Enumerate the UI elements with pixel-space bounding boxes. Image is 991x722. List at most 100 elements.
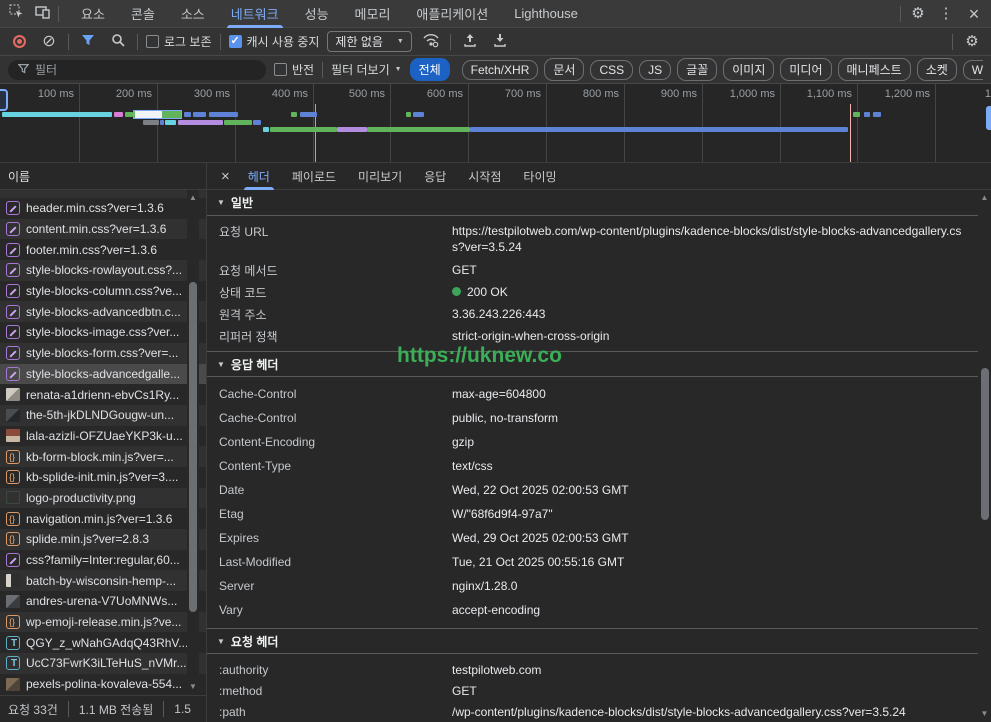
- waterfall-bar[interactable]: [125, 112, 133, 117]
- chip-font[interactable]: 글꼴: [677, 58, 717, 81]
- request-row[interactable]: style-blocks-form.css?ver=...: [0, 343, 206, 364]
- chip-wasm[interactable]: Wasm: [963, 60, 983, 80]
- chip-media[interactable]: 미디어: [780, 58, 831, 81]
- scroll-up-icon[interactable]: ▲: [187, 192, 199, 204]
- request-row[interactable]: content.min.css?ver=1.3.6: [0, 219, 206, 240]
- waterfall-bar[interactable]: [406, 112, 411, 117]
- chip-img[interactable]: 이미지: [723, 58, 774, 81]
- request-row[interactable]: navigation.min.js?ver=1.3.6: [0, 508, 206, 529]
- waterfall-bar[interactable]: [270, 127, 337, 132]
- scroll-down-icon[interactable]: ▼: [978, 708, 991, 720]
- disable-cache-checkbox[interactable]: 캐시 사용 중지: [229, 33, 320, 50]
- chip-js[interactable]: JS: [639, 60, 671, 80]
- scroll-up-icon[interactable]: ▲: [978, 192, 991, 204]
- request-row[interactable]: splide.min.js?ver=2.8.3: [0, 529, 206, 550]
- inspect-element-button[interactable]: [6, 3, 28, 25]
- request-row[interactable]: andres-urena-V7UoMNWs...: [0, 591, 206, 612]
- waterfall-bar[interactable]: [337, 127, 367, 132]
- waterfall-bar[interactable]: [367, 127, 470, 132]
- waterfall-bar[interactable]: [864, 112, 870, 117]
- chip-css[interactable]: CSS: [590, 60, 633, 80]
- tab-payload[interactable]: 페이로드: [282, 163, 346, 190]
- waterfall-bar[interactable]: [470, 127, 848, 132]
- detail-scrollbar-thumb[interactable]: [981, 368, 989, 520]
- clear-network-log-button[interactable]: ⊘: [38, 31, 60, 53]
- export-har-button[interactable]: [489, 31, 511, 53]
- sidebar-scrollbar[interactable]: ▲ ▼: [187, 190, 199, 695]
- network-conditions-button[interactable]: [420, 31, 442, 53]
- record-network-log-button[interactable]: [8, 31, 30, 53]
- waterfall-bar[interactable]: [224, 120, 252, 125]
- scroll-down-icon[interactable]: ▼: [187, 681, 199, 693]
- waterfall-bar[interactable]: [263, 127, 269, 132]
- request-row[interactable]: wp-emoji-release.min.js?ve...: [0, 612, 206, 633]
- tab-memory[interactable]: 메모리: [343, 0, 403, 28]
- waterfall-bar[interactable]: [178, 120, 223, 125]
- request-row[interactable]: header.min.css?ver=1.3.6: [0, 198, 206, 219]
- request-row[interactable]: footer.min.css?ver=1.3.6: [0, 239, 206, 260]
- filter-input[interactable]: 필터: [8, 60, 266, 80]
- tab-headers[interactable]: 헤더: [238, 163, 280, 190]
- request-row[interactable]: batch-by-wisconsin-hemp-...: [0, 570, 206, 591]
- more-options-button[interactable]: ⋮: [935, 3, 957, 25]
- waterfall-bar[interactable]: [873, 112, 881, 117]
- chip-socket[interactable]: 소켓: [917, 58, 957, 81]
- preserve-log-checkbox[interactable]: 로그 보존: [146, 33, 212, 50]
- waterfall-bar[interactable]: [160, 120, 164, 125]
- chip-doc[interactable]: 문서: [544, 58, 584, 81]
- tab-lighthouse[interactable]: Lighthouse: [502, 0, 590, 28]
- request-row[interactable]: kb-form-block.min.js?ver=...: [0, 446, 206, 467]
- tab-sources[interactable]: 소스: [169, 0, 217, 28]
- chip-fetch-xhr[interactable]: Fetch/XHR: [462, 60, 539, 80]
- request-row[interactable]: UcC73FwrK3iLTeHuS_nVMr...: [0, 653, 206, 674]
- invert-filter-checkbox[interactable]: 반전: [274, 61, 314, 78]
- request-row[interactable]: style-blocks-column.css?ve...: [0, 281, 206, 302]
- request-row[interactable]: pexels-polina-kovaleva-554...: [0, 674, 206, 695]
- search-button[interactable]: [107, 31, 129, 53]
- tab-timing[interactable]: 타이밍: [513, 163, 566, 190]
- waterfall-bar[interactable]: [114, 112, 123, 117]
- waterfall-bar[interactable]: [165, 120, 176, 125]
- throttling-select[interactable]: 제한 없음 ▼: [327, 31, 411, 52]
- waterfall-bar[interactable]: [184, 112, 191, 117]
- request-list-header[interactable]: 이름: [0, 163, 206, 190]
- waterfall-bar[interactable]: [193, 112, 206, 117]
- waterfall-bar[interactable]: [143, 120, 159, 125]
- request-row[interactable]: kb-splide-init.min.js?ver=3....: [0, 467, 206, 488]
- close-detail-button[interactable]: ×: [221, 168, 230, 185]
- request-row[interactable]: style-blocks-rowlayout.css?...: [0, 260, 206, 281]
- tab-console[interactable]: 콘솔: [119, 0, 167, 28]
- tab-preview[interactable]: 미리보기: [348, 163, 412, 190]
- request-row[interactable]: logo-productivity.png: [0, 488, 206, 509]
- tab-performance[interactable]: 성능: [293, 0, 341, 28]
- tab-initiator[interactable]: 시작점: [458, 163, 511, 190]
- device-toolbar-button[interactable]: [32, 3, 54, 25]
- chip-all[interactable]: 전체: [410, 58, 450, 81]
- network-settings-button[interactable]: ⚙: [961, 31, 983, 53]
- settings-button[interactable]: ⚙: [907, 3, 929, 25]
- filter-toggle-button[interactable]: [77, 31, 99, 53]
- waterfall-bar[interactable]: [209, 112, 238, 117]
- request-row[interactable]: QGY_z_wNahGAdqQ43RhV...: [0, 632, 206, 653]
- sidebar-scrollbar-thumb[interactable]: [189, 282, 197, 612]
- waterfall-bar[interactable]: [253, 120, 261, 125]
- request-row[interactable]: css?family=Inter:regular,60...: [0, 550, 206, 571]
- general-section-header[interactable]: ▼ 일반: [207, 190, 991, 216]
- request-row[interactable]: lala-azizli-OFZUaeYKP3k-u...: [0, 426, 206, 447]
- waterfall-bar[interactable]: [300, 112, 317, 117]
- tab-network[interactable]: 네트워크: [219, 0, 291, 28]
- request-row-partial[interactable]: [0, 190, 206, 198]
- request-row[interactable]: renata-a1drienn-ebvCs1Ry...: [0, 384, 206, 405]
- tab-response[interactable]: 응답: [414, 163, 456, 190]
- more-filters-button[interactable]: 필터 더보기 ▼: [331, 61, 401, 78]
- request-row[interactable]: style-blocks-image.css?ver...: [0, 322, 206, 343]
- waterfall-bar[interactable]: [291, 112, 297, 117]
- request-row[interactable]: the-5th-jkDLNDGougw-un...: [0, 405, 206, 426]
- request-row-selected[interactable]: style-blocks-advancedgalle...: [0, 364, 206, 385]
- tab-application[interactable]: 애플리케이션: [404, 0, 500, 28]
- request-row[interactable]: style-blocks-advancedbtn.c...: [0, 301, 206, 322]
- response-headers-section-header[interactable]: ▼ 응답 헤더: [207, 351, 991, 377]
- waterfall-bar[interactable]: [413, 112, 424, 117]
- network-overview-timeline[interactable]: 100 ms 200 ms 300 ms 400 ms 500 ms 600 m…: [0, 84, 991, 163]
- chip-manifest[interactable]: 매니페스트: [838, 58, 911, 81]
